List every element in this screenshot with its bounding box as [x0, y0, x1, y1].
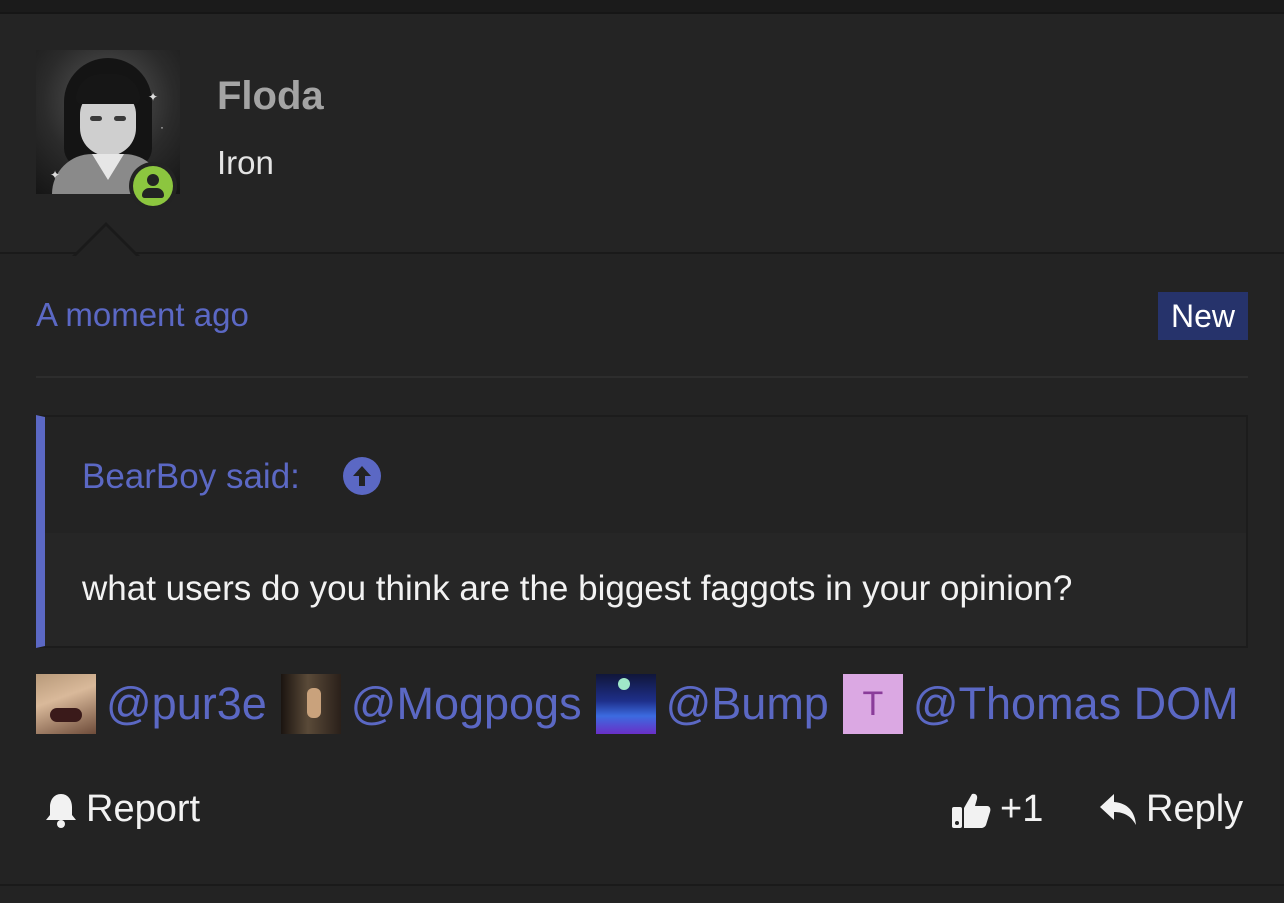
- new-badge: New: [1158, 292, 1248, 340]
- forum-post: ✦ ✦ · Floda Iron A moment ago New BearBo…: [0, 0, 1284, 903]
- thumbs-up-icon: [952, 793, 991, 828]
- author-name[interactable]: Floda: [217, 74, 324, 119]
- mention-avatar: [280, 674, 341, 734]
- mention-label: @pur3e: [106, 678, 267, 729]
- arrow-up-circle-icon[interactable]: [343, 457, 381, 495]
- bell-icon: [46, 793, 76, 828]
- bottom-divider: [0, 884, 1284, 886]
- post-user-header: ✦ ✦ · Floda Iron: [0, 14, 1284, 254]
- author-title: Iron: [217, 144, 274, 181]
- quote-block: BearBoy said: what users do you think ar…: [36, 415, 1248, 648]
- mention-label: @Thomas DOM: [912, 678, 1239, 729]
- mention-bump[interactable]: @Bump: [595, 674, 829, 734]
- quote-text: what users do you think are the biggest …: [82, 569, 1073, 608]
- author-avatar[interactable]: ✦ ✦ ·: [36, 50, 180, 210]
- meta-divider: [36, 376, 1248, 378]
- like-button[interactable]: +1: [950, 788, 1043, 831]
- post-timestamp[interactable]: A moment ago: [36, 296, 249, 334]
- mention-label: @Mogpogs: [350, 678, 582, 729]
- report-button[interactable]: Report: [44, 788, 200, 831]
- mention-avatar: [36, 674, 96, 734]
- mention-list: @pur3e @Mogpogs @Bump T @Thomas DOM: [36, 674, 1253, 734]
- top-divider: [0, 0, 1284, 14]
- report-label: Report: [86, 788, 201, 830]
- mention-label: @Bump: [665, 678, 829, 729]
- mention-pur3e[interactable]: @pur3e: [36, 674, 267, 734]
- reply-arrow-icon: [1100, 793, 1136, 825]
- quote-header: BearBoy said:: [45, 417, 1246, 533]
- mention-mogpogs[interactable]: @Mogpogs: [280, 674, 582, 734]
- like-count: +1: [1000, 788, 1044, 830]
- quote-author-link[interactable]: BearBoy said:: [82, 457, 300, 497]
- mention-avatar: [595, 674, 656, 734]
- mention-thomas-dom[interactable]: T @Thomas DOM: [842, 674, 1239, 734]
- reply-button[interactable]: Reply: [1098, 788, 1243, 831]
- online-status-icon: [129, 162, 177, 210]
- mention-letter-avatar: T: [842, 674, 903, 734]
- reply-label: Reply: [1146, 788, 1244, 830]
